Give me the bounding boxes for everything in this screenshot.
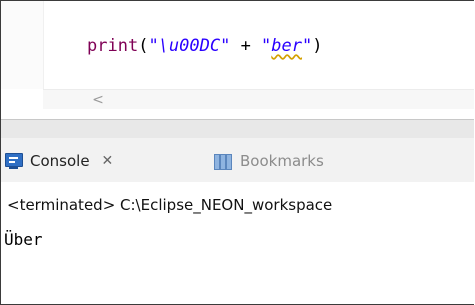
editor-bottom-edge — [1, 109, 474, 120]
console-output-text: Über — [4, 230, 43, 249]
console-output-area[interactable]: <terminated> C:\Eclipse_NEON_workspace Ü… — [1, 182, 474, 304]
console-view-tabbar: Console ✕ Bookmarks — [1, 138, 474, 182]
terminated-status-line: <terminated> C:\Eclipse_NEON_workspace — [7, 196, 333, 214]
code-paren-close: ) — [312, 36, 323, 56]
bookmarks-icon — [214, 153, 234, 170]
code-string-escape: "\u00DC" — [148, 36, 231, 56]
code-editor[interactable]: print("\u00DC" + "ber") < — [1, 1, 474, 120]
horizontal-scrollbar[interactable]: < — [43, 89, 474, 110]
window-frame: print("\u00DC" + "ber") < Console ✕ Book… — [0, 0, 474, 305]
code-paren-open: ( — [138, 36, 149, 56]
console-icon — [5, 153, 23, 169]
editor-gutter — [1, 1, 44, 89]
code-string-misspelled: ber — [271, 36, 303, 56]
code-plus-operator: + — [230, 36, 262, 56]
view-separator — [1, 120, 474, 138]
code-function-name: print — [87, 36, 139, 56]
tab-console[interactable]: Console ✕ — [5, 146, 113, 176]
code-quote-close: " — [302, 36, 313, 56]
code-quote-open: " — [261, 36, 272, 56]
code-line[interactable]: print("\u00DC" + "ber") — [87, 36, 323, 56]
scroll-left-arrow-icon[interactable]: < — [91, 90, 105, 110]
tab-bookmarks[interactable]: Bookmarks — [214, 146, 324, 176]
close-icon[interactable]: ✕ — [102, 153, 114, 169]
tab-bookmarks-label: Bookmarks — [240, 152, 324, 170]
tab-console-label: Console — [30, 152, 90, 170]
